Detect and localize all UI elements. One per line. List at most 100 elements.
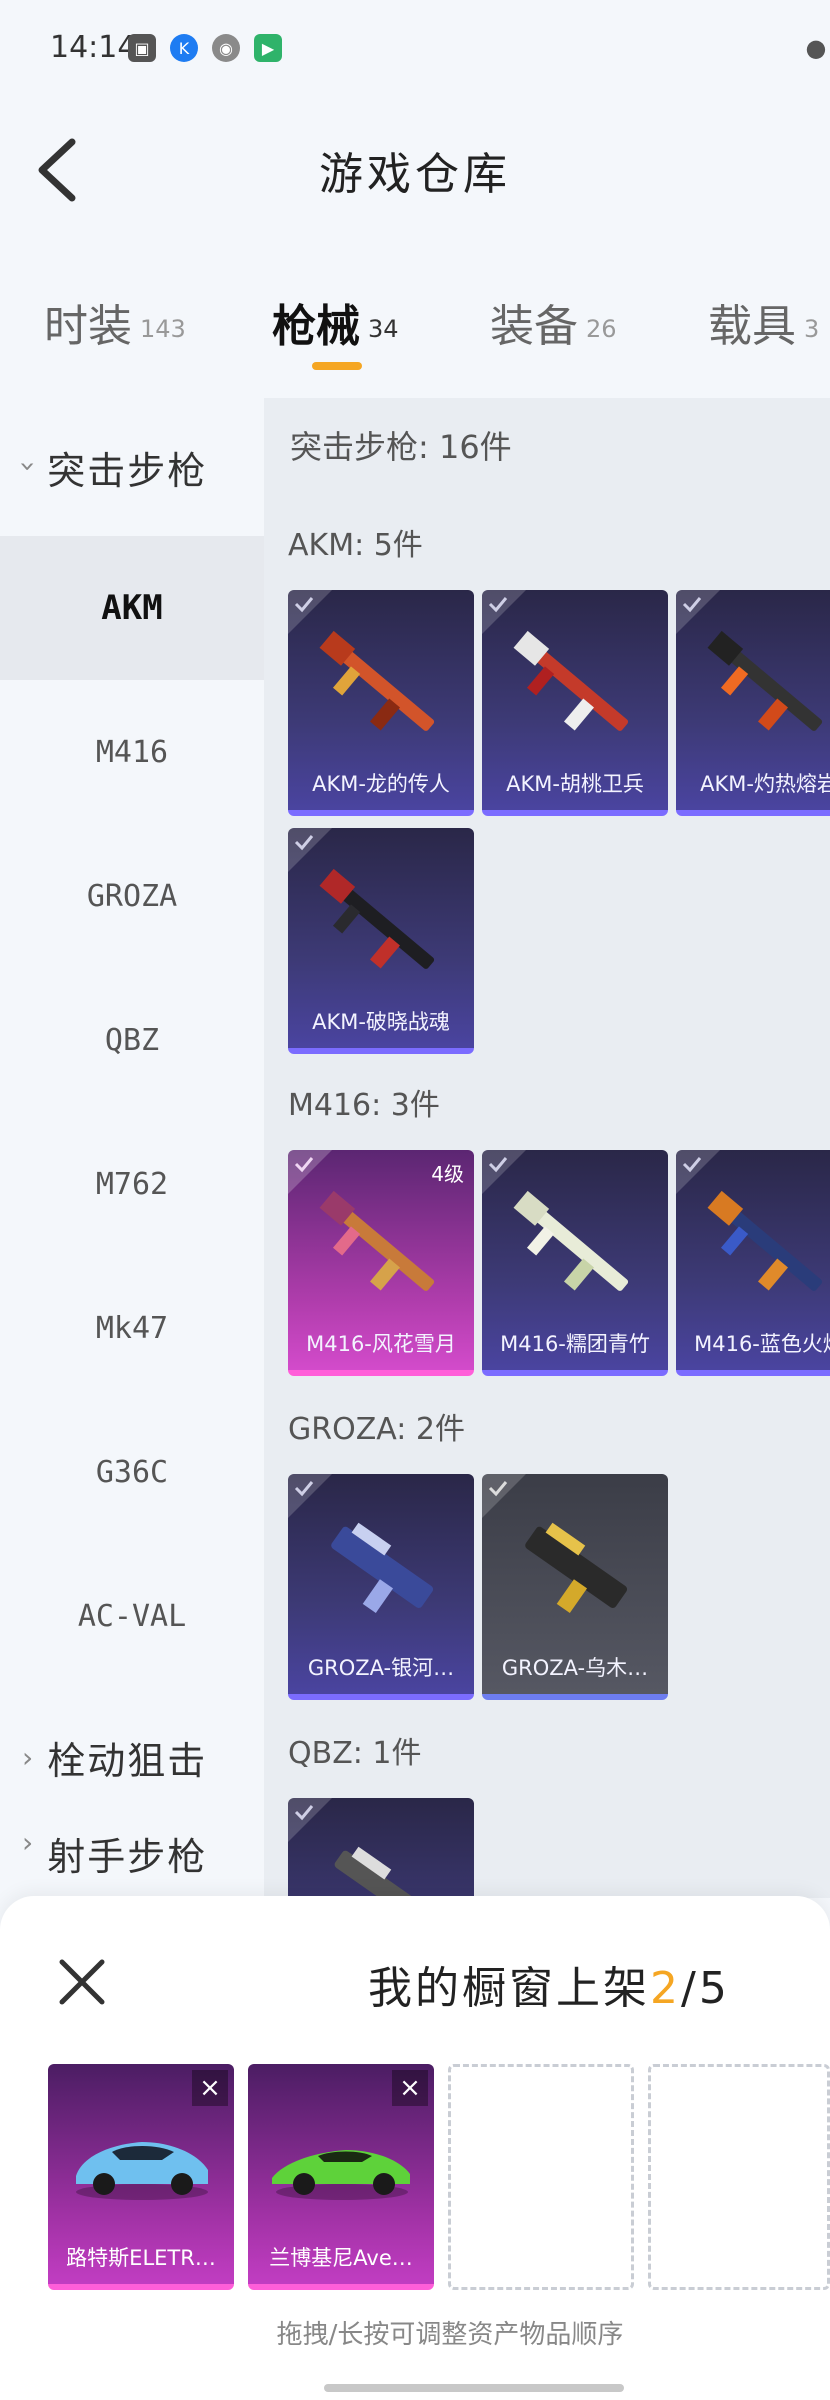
screenshot-icon: ▣ [128,34,156,62]
rifle-image [707,630,823,731]
tab-count: 3 [804,315,820,343]
tab-label: 载具 [708,301,796,352]
weapon-card[interactable]: AKM-灼热熔岩 [676,590,830,816]
status-notification-icons: ▣ K ◉ ▶ [128,34,282,62]
tab-label: 时装 [44,301,132,352]
tab-count: 34 [368,315,399,343]
rifle-image [319,1190,435,1291]
microphone-icon: ● [805,34,827,62]
header: 游戏仓库 [0,100,830,240]
group-title-akm: AKM: 5件 [288,528,423,563]
sidebar-item-m762[interactable]: M762 [0,1112,264,1256]
weapon-card-label: GROZA-银河… [307,1656,455,1680]
chevron-right-icon: › [22,1740,36,1774]
weapon-card-label: AKM-胡桃卫兵 [506,772,644,796]
category-total: 突击步枪: 16件 [290,428,512,466]
status-right-icons: ● [802,34,830,62]
status-bar: 14:14 ▣ K ◉ ▶ ● [0,0,830,100]
weapon-card-label: AKM-龙的传人 [312,772,450,796]
showcase-current-count: 2 [650,1963,681,2014]
car-image [76,2142,208,2200]
close-button[interactable] [54,1954,110,2010]
m416-grid: 4级 M416-风花雪月 M416-糯团青竹 M416-蓝色火焰 [288,1150,830,1390]
empty-showcase-slot[interactable] [648,2064,830,2290]
rifle-image [319,868,435,969]
tab-vehicles[interactable]: 载具 3 [708,290,819,354]
car-image [272,2150,410,2200]
group-title-groza: GROZA: 2件 [288,1412,465,1447]
weapon-card-label: M416-风花雪月 [306,1332,456,1356]
weapon-card[interactable]: AKM-胡桃卫兵 [482,590,668,816]
home-indicator[interactable] [324,2384,624,2392]
akm-grid: AKM-龙的传人 AKM-胡桃卫兵 AKM-灼热熔岩 AKM-破晓战魂 [288,590,830,1060]
category-tabs: 时装 143 枪械 34 装备 26 载具 3 [0,270,830,380]
sidebar-group-label: 栓动狙击 [47,1738,208,1783]
weapon-card-label: AKM-灼热熔岩 [700,772,830,796]
rifle-image [334,1846,434,1898]
showcase-title-text: 我的橱窗上架 [368,1963,650,2014]
sidebar-item-groza[interactable]: GROZA [0,824,264,968]
weapon-grid-panel: 突击步枪: 16件 AKM: 5件 AKM-龙的传人 AKM-胡桃卫兵 AKM-… [264,398,830,1898]
sidebar-group-label: 突击步枪 [47,448,208,493]
remove-icon[interactable]: × [392,2070,428,2106]
empty-showcase-slot[interactable] [448,2064,634,2290]
weapon-type-sidebar: › 突击步枪 AKM M416 GROZA QBZ M762 Mk47 G36C… [0,398,264,1898]
sidebar-item-ac-val[interactable]: AC-VAL [0,1544,264,1688]
tab-count: 143 [140,315,186,343]
sidebar-group-bolt-snipers[interactable]: › 栓动狙击 [0,1688,264,1826]
weapon-card[interactable]: M416-糯团青竹 [482,1150,668,1376]
group-title-m416: M416: 3件 [288,1088,440,1123]
tab-count: 26 [586,315,617,343]
tab-label: 装备 [490,301,578,352]
weapon-card[interactable]: 4级 M416-风花雪月 [288,1150,474,1376]
weapon-card[interactable]: GROZA-银河… [288,1474,474,1700]
tab-label: 枪械 [272,301,360,352]
remove-icon[interactable]: × [192,2070,228,2106]
showcase-slot[interactable]: × 兰博基尼Ave… [248,2064,434,2290]
weapon-card-label: M416-糯团青竹 [500,1332,650,1356]
weapon-card[interactable]: AKM-龙的传人 [288,590,474,816]
rifle-image [331,1522,434,1613]
weapon-card-label: M416-蓝色火焰 [694,1332,830,1356]
sidebar-item-m416[interactable]: M416 [0,680,264,824]
rifle-image [525,1522,628,1613]
active-tab-indicator [312,362,362,370]
showcase-sheet: 我的橱窗上架2/5 × 路特斯ELETR… × 兰博基尼Ave… 拖拽/长按可调… [0,1896,830,2400]
wechat-icon: ◉ [212,34,240,62]
showcase-slot[interactable]: × 路特斯ELETR… [48,2064,234,2290]
rifle-image [707,1190,823,1291]
showcase-title: 我的橱窗上架2/5 [368,1952,730,2016]
weapon-card[interactable] [288,1798,474,1898]
tab-firearms[interactable]: 枪械 34 [272,290,399,354]
weapon-card-label: AKM-破晓战魂 [312,1010,450,1034]
group-title-qbz: QBZ: 1件 [288,1736,422,1771]
sidebar-group-label: 射手步枪 [47,1835,208,1879]
reorder-hint: 拖拽/长按可调整资产物品顺序 [276,2320,624,2350]
tab-outfits[interactable]: 时装 143 [44,290,186,354]
weapon-card[interactable]: AKM-破晓战魂 [288,828,474,1054]
weapon-card[interactable]: M416-蓝色火焰 [676,1150,830,1376]
showcase-slot-label: 路特斯ELETR… [66,2246,216,2270]
sidebar-group-marksman[interactable]: › 射手步枪 [0,1826,264,1886]
tab-equipment[interactable]: 装备 26 [490,290,617,354]
close-icon [59,1959,105,2005]
sidebar-item-qbz[interactable]: QBZ [0,968,264,1112]
game-app-icon: ▶ [254,34,282,62]
qbz-grid [288,1798,830,1898]
sidebar-group-assault-rifles[interactable]: › 突击步枪 [0,398,264,536]
page-title: 游戏仓库 [319,149,511,200]
app-k-icon: K [170,34,198,62]
sidebar-item-g36c[interactable]: G36C [0,1400,264,1544]
rifle-image [319,630,435,731]
status-time: 14:14 [50,30,137,65]
sidebar-item-mk47[interactable]: Mk47 [0,1256,264,1400]
rifle-image [513,1190,629,1291]
rifle-image [513,630,629,731]
chevron-down-icon: › [12,460,46,474]
showcase-total-count: /5 [681,1963,730,2014]
sidebar-item-akm[interactable]: AKM [0,536,264,680]
weapon-card-label: GROZA-乌木… [501,1656,649,1680]
weapon-card[interactable]: GROZA-乌木… [482,1474,668,1700]
chevron-right-icon: › [22,1826,36,1859]
showcase-slot-label: 兰博基尼Ave… [269,2246,413,2270]
